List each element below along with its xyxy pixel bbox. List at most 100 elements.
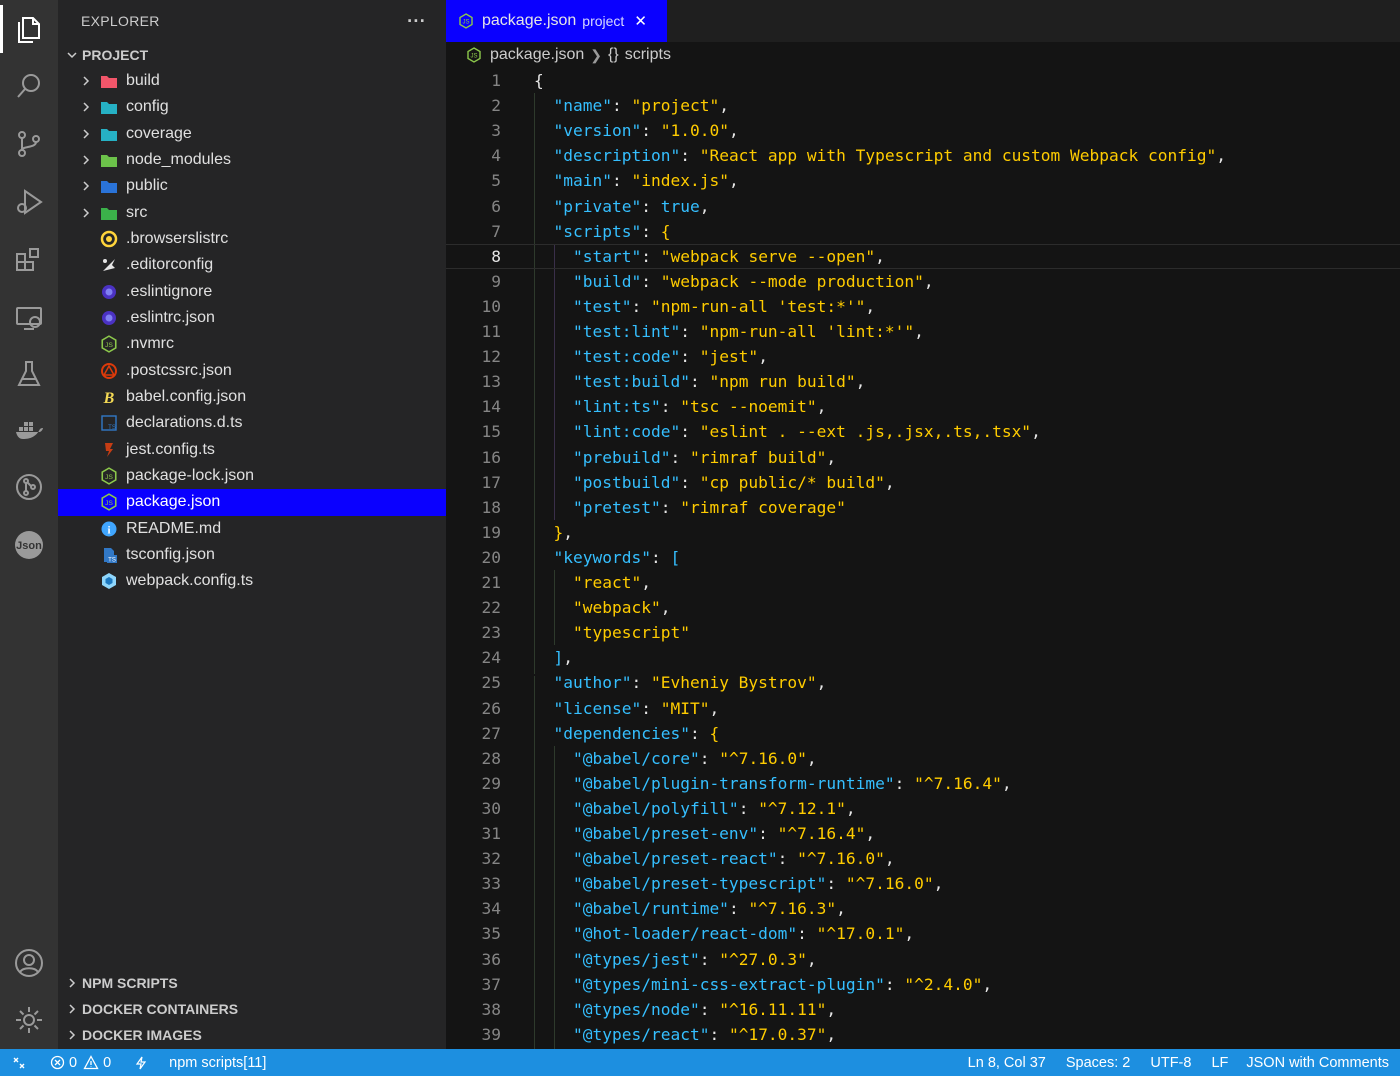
npm-scripts-status[interactable]: npm scripts[11] [169,1055,266,1071]
file-label: babel.config.json [126,388,247,406]
code-text: }, [554,523,574,542]
code-line: 38 "@types/node": "^16.11.11", [446,997,1400,1022]
code-token: "private" [553,196,642,216]
section-label: DOCKER CONTAINERS [82,1001,239,1017]
line-number: 32 [481,849,502,869]
file-item[interactable]: .editorconfig [58,252,446,278]
tab-label: package.json [482,12,577,29]
code-token: : [758,824,778,844]
file-item[interactable]: webpack.config.ts [58,568,446,594]
extensions-icon[interactable] [9,240,49,280]
code-line: 25 "author": "Evheniy Bystrov", [446,670,1400,695]
code-line: 33 "@babel/preset-typescript": "^7.16.0", [446,871,1400,896]
file-item[interactable]: JS package.json [58,489,446,516]
file-label: jest.config.ts [126,440,215,458]
section-header[interactable]: NPM SCRIPTS [58,970,446,996]
testing-icon[interactable] [9,354,49,394]
code-token: , [826,1024,837,1044]
file-item[interactable]: .eslintignore [58,279,446,305]
file-item[interactable]: TS declarations.d.ts [58,410,446,436]
code-editor[interactable]: 1{2 "name": "project", 3 "version": "1.0.0"… [446,68,1400,1049]
indentation[interactable]: Spaces: 2 [1066,1055,1131,1071]
line-number: 18 [481,497,502,517]
language-mode[interactable]: JSON with Comments [1246,1055,1389,1071]
code-line: 28 "@babel/core": "^7.16.0", [446,746,1400,771]
search-icon[interactable] [9,66,49,106]
close-icon[interactable]: ✕ [634,12,647,30]
account-icon[interactable] [9,943,49,983]
lightning-icon[interactable] [135,1056,147,1070]
remote-indicator-icon[interactable] [12,1056,30,1070]
code-line: 18 "pretest": "rimraf coverage" [446,495,1400,520]
chevron-right-icon [80,128,96,140]
code-token: "^27.0.3" [719,949,807,969]
file-item[interactable]: i README.md [58,516,446,542]
code-token: , [563,648,573,668]
explorer-title: EXPLORER [81,13,160,29]
code-text: "private": true, [554,197,710,216]
folder-public[interactable]: public [58,173,446,199]
code-token: : [660,397,681,417]
line-number: 24 [481,648,502,668]
line-number: 9 [491,271,501,291]
file-item[interactable]: jest.config.ts [58,437,446,463]
line-number: 29 [481,773,502,793]
file-item[interactable]: Bbabel.config.json [58,384,446,410]
eslint-icon [100,309,118,327]
folder-src[interactable]: src [58,200,446,226]
folder-build[interactable]: build [58,68,446,94]
source-control-icon[interactable] [9,124,49,164]
cursor-position[interactable]: Ln 8, Col 37 [968,1055,1046,1071]
folder-icon [100,177,118,195]
code-token: , [933,874,944,894]
breadcrumb-symbol[interactable]: scripts [625,46,671,64]
file-item[interactable]: JS package-lock.json [58,463,446,489]
chevron-right-icon: ❯ [590,46,603,63]
problems-indicator[interactable]: 0 0 [50,1055,111,1071]
file-item[interactable]: TS tsconfig.json [58,542,446,568]
breadcrumb-file[interactable]: package.json [490,46,584,64]
code-token: "name" [553,96,612,116]
code-token: [ [670,547,681,567]
code-line: 36 "@types/jest": "^27.0.3", [446,947,1400,972]
encoding[interactable]: UTF-8 [1150,1055,1191,1071]
file-item[interactable]: .browserslistrc [58,226,446,252]
active-indicator [0,5,3,53]
activity-bar: Json [0,0,58,1049]
json-icon[interactable]: Json [9,525,49,565]
jest-icon [100,441,118,459]
section-label: NPM SCRIPTS [82,975,178,991]
line-number: 22 [481,598,502,618]
svg-text:TS: TS [108,425,116,431]
code-token: "@babel/runtime" [573,899,729,919]
code-text: "name": "project", [554,96,729,115]
folder-node_modules[interactable]: node_modules [58,147,446,173]
section-header[interactable]: DOCKER IMAGES [58,1022,446,1048]
file-item[interactable]: JS .nvmrc [58,331,446,357]
more-actions-icon[interactable]: ··· [407,11,426,32]
code-token: : [641,246,661,266]
tab-package-json[interactable]: JS package.json project ✕ [446,0,667,42]
code-token: "@types/react" [573,1024,710,1044]
run-debug-icon[interactable] [9,182,49,222]
tab-bar: JS package.json project ✕ [446,0,1400,42]
folder-coverage[interactable]: coverage [58,121,446,147]
status-bar: 0 0 npm scripts[11] Ln 8, Col 37 Spaces:… [0,1049,1400,1076]
folder-config[interactable]: config [58,94,446,120]
remote-explorer-icon[interactable] [9,298,49,338]
section-header[interactable]: DOCKER CONTAINERS [58,996,446,1022]
settings-gear-icon[interactable] [9,1000,49,1040]
code-token: , [923,271,934,291]
folder-icon [100,125,118,143]
file-label: .nvmrc [126,335,174,353]
section-label: DOCKER IMAGES [82,1027,202,1043]
docker-icon[interactable] [9,410,49,450]
file-item[interactable]: .postcssrc.json [58,358,446,384]
code-token: : [660,497,681,517]
file-item[interactable]: .eslintrc.json [58,305,446,331]
code-token: "start" [573,246,642,266]
files-icon[interactable] [9,8,49,48]
gitlens-icon[interactable] [9,467,49,507]
end-of-line[interactable]: LF [1211,1055,1228,1071]
project-section-header[interactable]: PROJECT [58,42,446,68]
